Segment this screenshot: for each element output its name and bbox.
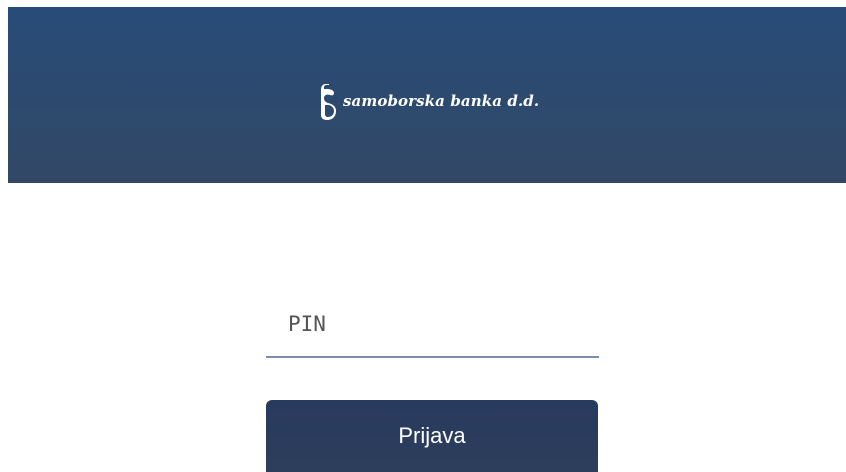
svg-text:1873: 1873 (326, 98, 338, 104)
bank-name: samoborska banka d.d. (343, 92, 540, 110)
app-header: 1873 samoborska banka d.d. (8, 7, 846, 183)
pin-input[interactable] (266, 292, 599, 356)
login-button[interactable]: Prijava (266, 400, 598, 472)
bank-logo-icon: 1873 (321, 84, 338, 120)
login-screen: 1873 samoborska banka d.d. Prijava (0, 0, 846, 472)
pin-underline (266, 356, 599, 358)
bank-logo: 1873 samoborska banka d.d. (319, 81, 539, 121)
pin-field[interactable] (266, 292, 599, 358)
